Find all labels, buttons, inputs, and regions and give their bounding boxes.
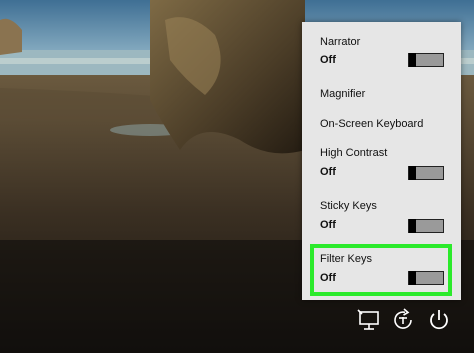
sticky-keys-item[interactable]: Sticky Keys Off (320, 200, 449, 233)
on-screen-keyboard-item[interactable]: On-Screen Keyboard (320, 118, 449, 134)
toggle-thumb (409, 166, 416, 180)
sticky-keys-toggle[interactable] (408, 219, 444, 233)
toggle-thumb (409, 219, 416, 233)
high-contrast-toggle[interactable] (408, 166, 444, 180)
sticky-keys-label: Sticky Keys (320, 200, 377, 212)
network-icon[interactable] (355, 306, 383, 334)
toggle-thumb (409, 53, 416, 67)
on-screen-keyboard-label: On-Screen Keyboard (320, 118, 424, 130)
ease-of-access-icon[interactable] (389, 306, 417, 334)
high-contrast-label: High Contrast (320, 147, 388, 159)
magnifier-label: Magnifier (320, 88, 366, 100)
narrator-state: Off (320, 54, 336, 66)
narrator-label: Narrator (320, 36, 361, 48)
high-contrast-state: Off (320, 166, 336, 178)
high-contrast-item[interactable]: High Contrast Off (320, 147, 449, 180)
sticky-keys-state: Off (320, 219, 336, 231)
power-icon[interactable] (425, 306, 453, 334)
filter-keys-highlight (310, 244, 452, 296)
magnifier-item[interactable]: Magnifier (320, 88, 449, 104)
narrator-toggle[interactable] (408, 53, 444, 67)
lock-screen: Narrator Off Magnifier On-Screen Keyboar… (0, 0, 474, 353)
narrator-item[interactable]: Narrator Off (320, 36, 449, 68)
